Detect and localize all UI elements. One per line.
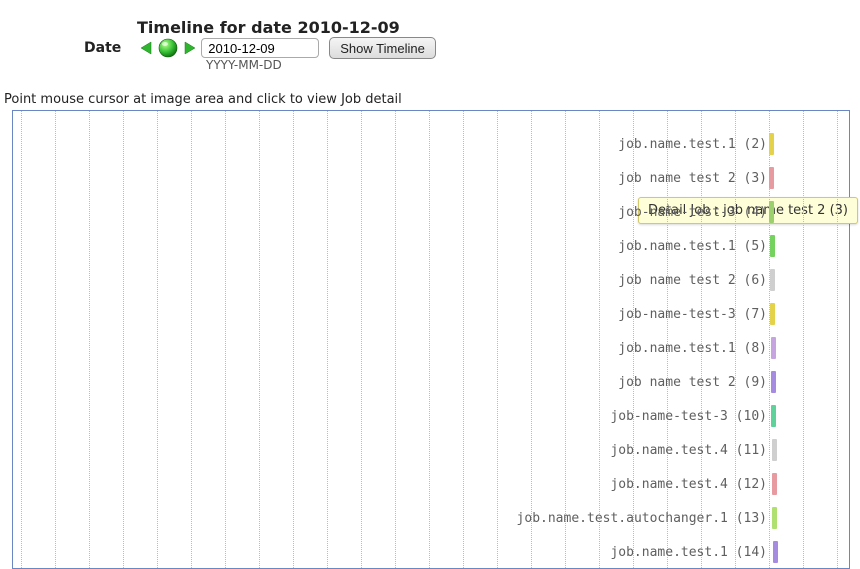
triangle-right-icon [181,40,197,56]
job-bar[interactable] [773,541,778,563]
date-controls: Date [84,36,436,60]
job-row[interactable]: job.name.test.1 (5) [13,229,849,263]
refresh-icon [157,37,179,59]
job-row[interactable]: job.name.test.4 (11) [13,433,849,467]
job-label: job.name.test.1 (8) [618,341,767,356]
job-label: job.name.test.4 (11) [610,443,767,458]
timeline-chart[interactable]: Detail Job : job name test 2 (3) job.nam… [12,110,850,569]
job-label: job name test 2 (9) [618,375,767,390]
refresh-button[interactable] [157,37,179,59]
job-label: job.name.test.autochanger.1 (13) [517,511,767,526]
job-label: job.name.test.1 (2) [618,137,767,152]
job-label: job.name.test.1 (14) [610,545,767,560]
job-label: job.name.test.1 (5) [618,239,767,254]
job-row[interactable]: job-name-test-3 (10) [13,399,849,433]
date-label: Date [84,40,121,56]
next-day-button[interactable] [181,40,197,56]
job-label: job name test 2 (6) [618,273,767,288]
job-row[interactable]: job.name.test.1 (2) [13,127,849,161]
job-bar[interactable] [771,405,776,427]
job-label: job name test 2 (3) [618,171,767,186]
job-row[interactable]: job.name.test.autochanger.1 (13) [13,501,849,535]
date-input[interactable] [201,38,319,58]
show-timeline-button[interactable]: Show Timeline [329,37,436,59]
job-bar[interactable] [769,201,774,223]
job-bar[interactable] [769,167,774,189]
job-bar[interactable] [769,133,774,155]
job-bar[interactable] [771,337,776,359]
job-bar[interactable] [770,269,775,291]
job-label: job.name.test.4 (12) [610,477,767,492]
job-label: job-name-test-3 (10) [610,409,767,424]
date-format-hint: YYYY-MM-DD [206,58,282,72]
job-row[interactable]: job name test 2 (6) [13,263,849,297]
job-row[interactable]: job name test 2 (3) [13,161,849,195]
job-row[interactable]: job name test 2 (9) [13,365,849,399]
job-row[interactable]: job.name.test.1 (8) [13,331,849,365]
job-row[interactable]: job-name-test-3 (7) [13,297,849,331]
chart-hint-text: Point mouse cursor at image area and cli… [4,92,402,107]
triangle-left-icon [139,40,155,56]
job-bar[interactable] [772,507,777,529]
job-bar[interactable] [772,473,777,495]
prev-day-button[interactable] [139,40,155,56]
job-row[interactable]: job.name.test.4 (12) [13,467,849,501]
job-label: job-name-test-3 (4) [618,205,767,220]
job-bar[interactable] [770,303,775,325]
job-label: job-name-test-3 (7) [618,307,767,322]
job-bar[interactable] [771,371,776,393]
page-title: Timeline for date 2010-12-09 [137,18,400,37]
job-bar[interactable] [770,235,775,257]
job-bar[interactable] [772,439,777,461]
job-row[interactable]: job-name-test-3 (4) [13,195,849,229]
job-row[interactable]: job.name.test.1 (14) [13,535,849,569]
